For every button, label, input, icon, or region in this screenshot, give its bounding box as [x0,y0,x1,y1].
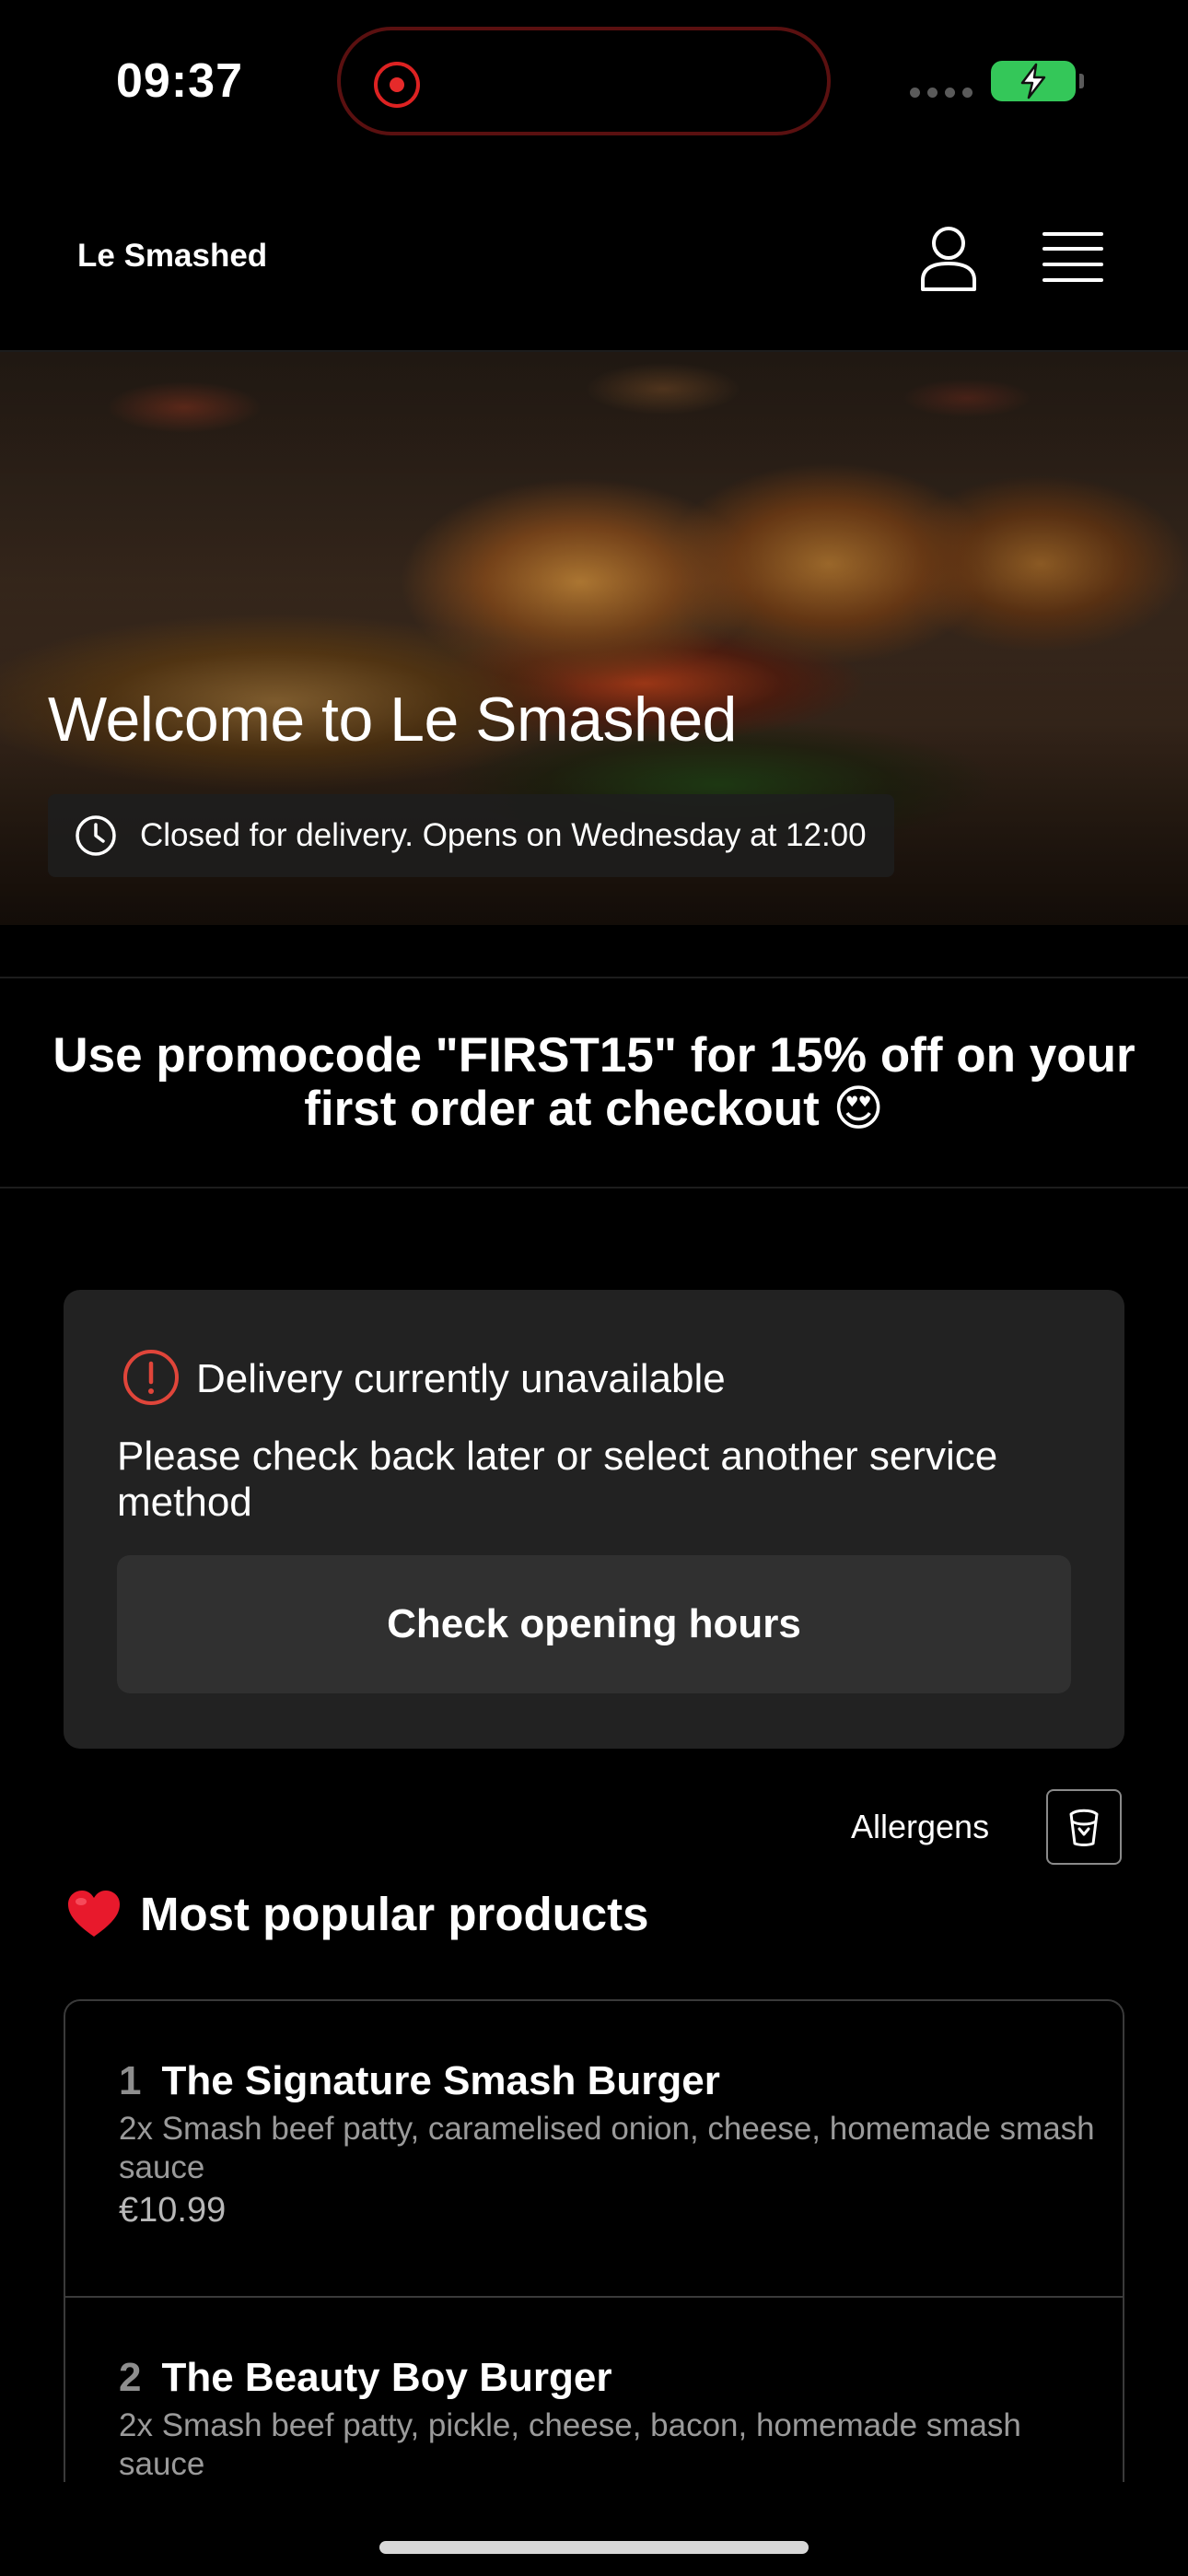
home-indicator[interactable] [379,2541,809,2554]
promo-banner: Use promocode "FIRST15" for 15% off on y… [0,977,1188,1188]
product-rank: 1 [119,2058,142,2103]
signal-icon [910,88,973,98]
product-name: 2 The Beauty Boy Burger [119,2355,611,2401]
allergens-label[interactable]: Allergens [851,1808,989,1846]
delivery-title: Delivery currently unavailable [196,1356,726,1401]
clock-icon [76,815,116,856]
allergens-icon [1069,1809,1099,1846]
battery-charging-icon [991,61,1084,101]
product-title: The Signature Smash Burger [161,2058,720,2103]
product-price: €10.99 [119,2191,227,2230]
popular-heading-text: Most popular products [140,1888,649,1940]
recording-icon [374,62,420,108]
promo-text: Use promocode "FIRST15" for 15% off on y… [52,1028,1136,1136]
product-name: 1 The Signature Smash Burger [119,2058,720,2104]
dynamic-island [337,27,831,135]
info-icon [123,1350,179,1405]
app-header: Le Smashed [0,166,1188,352]
status-bar: 09:37 [0,0,1188,166]
delivery-status-text: Closed for delivery. Opens on Wednesday … [140,817,867,853]
hero-banner: Welcome to Le Smashed Closed for deliver… [0,352,1188,925]
product-item[interactable]: 2 The Beauty Boy Burger 2x Smash beef pat… [65,2298,1123,2482]
product-title: The Beauty Boy Burger [161,2355,612,2400]
product-description: 2x Smash beef patty, pickle, cheese, bac… [119,2407,1021,2482]
delivery-status-badge: Closed for delivery. Opens on Wednesday … [48,794,894,877]
delivery-unavailable-card: Delivery currently unavailable Please ch… [64,1290,1124,1749]
menu-icon[interactable] [1042,230,1103,284]
delivery-description: Please check back later or select anothe… [117,1434,998,1525]
user-icon[interactable] [919,225,978,291]
allergens-button[interactable] [1046,1789,1122,1865]
hero-title: Welcome to Le Smashed [48,685,737,755]
heart-icon [68,1890,120,1937]
popular-products-list: 1 The Signature Smash Burger 2x Smash bee… [64,1999,1124,2482]
product-item[interactable]: 1 The Signature Smash Burger 2x Smash bee… [65,2001,1123,2298]
popular-heading: Most popular products [66,1887,648,1941]
check-opening-hours-button[interactable]: Check opening hours [117,1555,1071,1693]
product-description: 2x Smash beef patty, caramelised onion, … [119,2111,1095,2185]
product-rank: 2 [119,2355,142,2400]
status-time: 09:37 [116,54,243,108]
brand-logo[interactable]: Le Smashed [77,238,267,275]
